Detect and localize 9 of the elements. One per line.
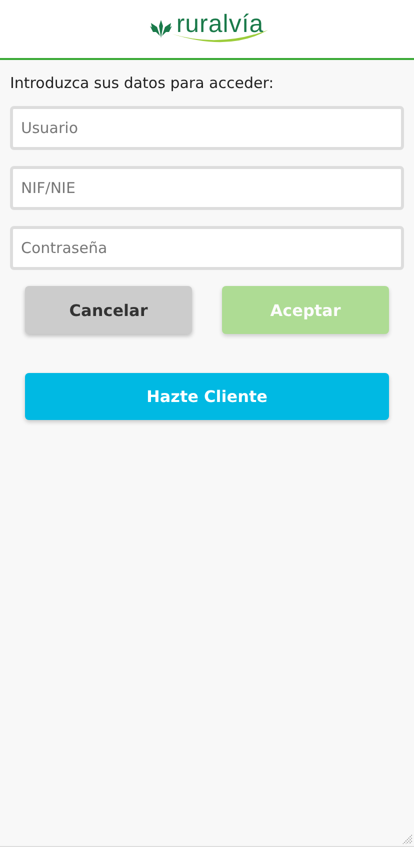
cancel-button[interactable]: Cancelar: [25, 286, 192, 334]
wheat-leaf-icon: [150, 18, 172, 38]
input-field[interactable]: NIF/NIE: [10, 166, 404, 210]
input-field[interactable]: Usuario: [10, 106, 404, 150]
input-field[interactable]: Contraseña: [10, 226, 404, 270]
intro-text: Introduzca sus datos para acceder:: [10, 74, 275, 92]
resize-grip-icon[interactable]: [402, 834, 412, 844]
signup-button[interactable]: Hazte Cliente: [25, 373, 389, 420]
logo-text: ruralvía: [176, 10, 264, 38]
